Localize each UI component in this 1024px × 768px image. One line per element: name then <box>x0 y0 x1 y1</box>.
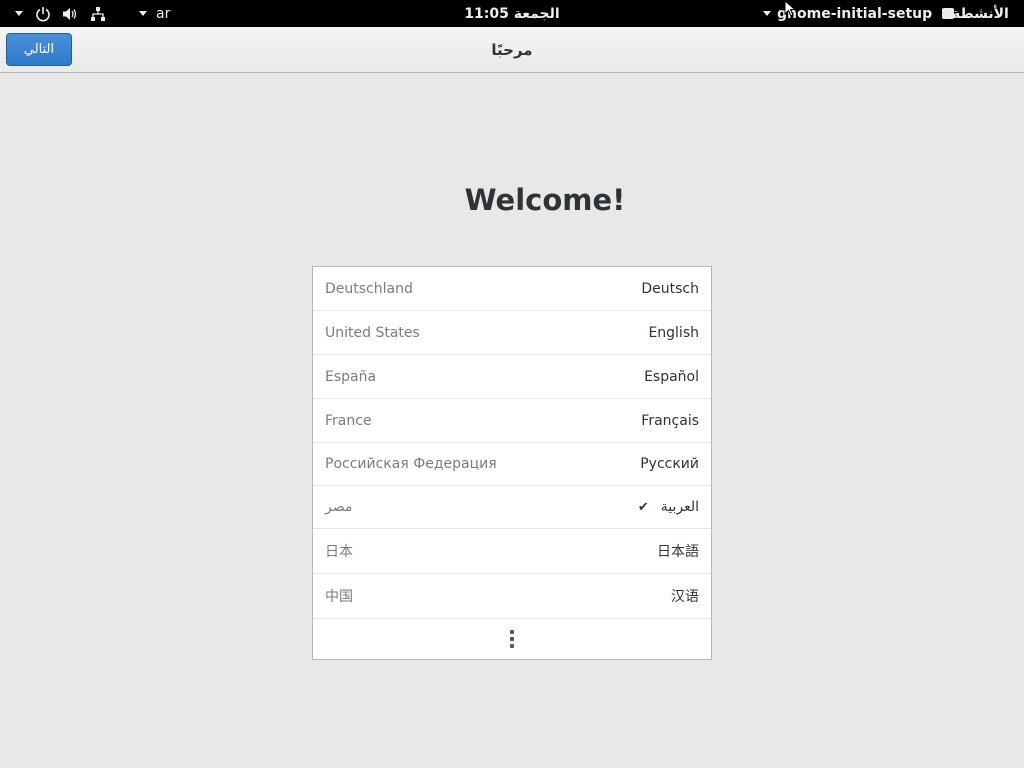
app-menu-label: gnome-initial-setup <box>777 5 933 22</box>
language-label: Français <box>641 412 699 429</box>
language-row[interactable]: 中国 汉语 <box>313 574 711 619</box>
language-label: Русский <box>640 456 699 472</box>
language-row[interactable]: España Español <box>313 355 711 399</box>
country-label: Deutschland <box>325 280 413 297</box>
system-menu-dropdown[interactable] <box>15 0 23 27</box>
volume-icon[interactable] <box>62 0 79 27</box>
language-label-group: Deutsch <box>641 281 699 297</box>
country-label: 日本 <box>325 544 353 560</box>
language-label-group: Español <box>644 369 699 385</box>
activities-button[interactable]: الأنشطة <box>952 0 1009 27</box>
country-label: France <box>325 412 372 429</box>
language-label: 汉语 <box>671 589 699 605</box>
chevron-down-icon <box>763 11 771 16</box>
mouse-cursor-icon <box>784 0 796 17</box>
country-label: مصر <box>325 499 353 515</box>
chevron-down-icon <box>15 11 23 16</box>
language-row[interactable]: Deutschland Deutsch <box>313 267 711 311</box>
language-list: Deutschland Deutsch United States English Es… <box>312 266 712 660</box>
language-label-group: Français <box>641 413 699 429</box>
language-label-group: 汉语 <box>671 586 699 606</box>
language-row[interactable]: France Français <box>313 399 711 443</box>
welcome-heading: Welcome! <box>464 183 626 217</box>
language-label: العربية <box>660 499 699 515</box>
language-label: Español <box>644 368 699 385</box>
keyboard-layout-label: ar <box>156 5 171 22</box>
clock[interactable]: الجمعة 11:05 <box>464 6 559 22</box>
vertical-ellipsis-icon <box>510 630 514 648</box>
language-row[interactable]: مصر ✔ العربية <box>313 486 711 529</box>
country-label: 中国 <box>325 589 353 605</box>
language-row[interactable]: Российская Федерация Русский <box>313 443 711 486</box>
language-label: English <box>648 324 699 341</box>
language-label-group: 日本語 <box>657 541 699 561</box>
language-label-group: ✔ العربية <box>638 499 699 515</box>
language-label: Deutsch <box>641 280 699 297</box>
language-label-group: English <box>648 325 699 341</box>
language-row[interactable]: 日本 日本語 <box>313 529 711 574</box>
checkmark-icon: ✔ <box>637 499 649 515</box>
keyboard-layout-indicator[interactable]: ar <box>139 0 170 27</box>
more-languages-button[interactable] <box>313 619 711 659</box>
header-bar: مرحبًا التالي <box>0 27 1024 73</box>
next-button[interactable]: التالي <box>6 33 72 66</box>
country-label: España <box>325 368 377 385</box>
country-label: United States <box>325 324 420 341</box>
network-wired-icon[interactable] <box>90 0 106 27</box>
language-label: 日本語 <box>657 544 699 560</box>
top-bar: ar الجمعة 11:05 gnome-initial-setup الأن… <box>0 0 1024 27</box>
chevron-down-icon <box>139 11 147 16</box>
language-label-group: Русский <box>640 456 699 472</box>
power-icon[interactable] <box>35 0 51 27</box>
country-label: Российская Федерация <box>325 456 497 472</box>
language-row[interactable]: United States English <box>313 311 711 355</box>
page-title: مرحبًا <box>491 40 533 59</box>
